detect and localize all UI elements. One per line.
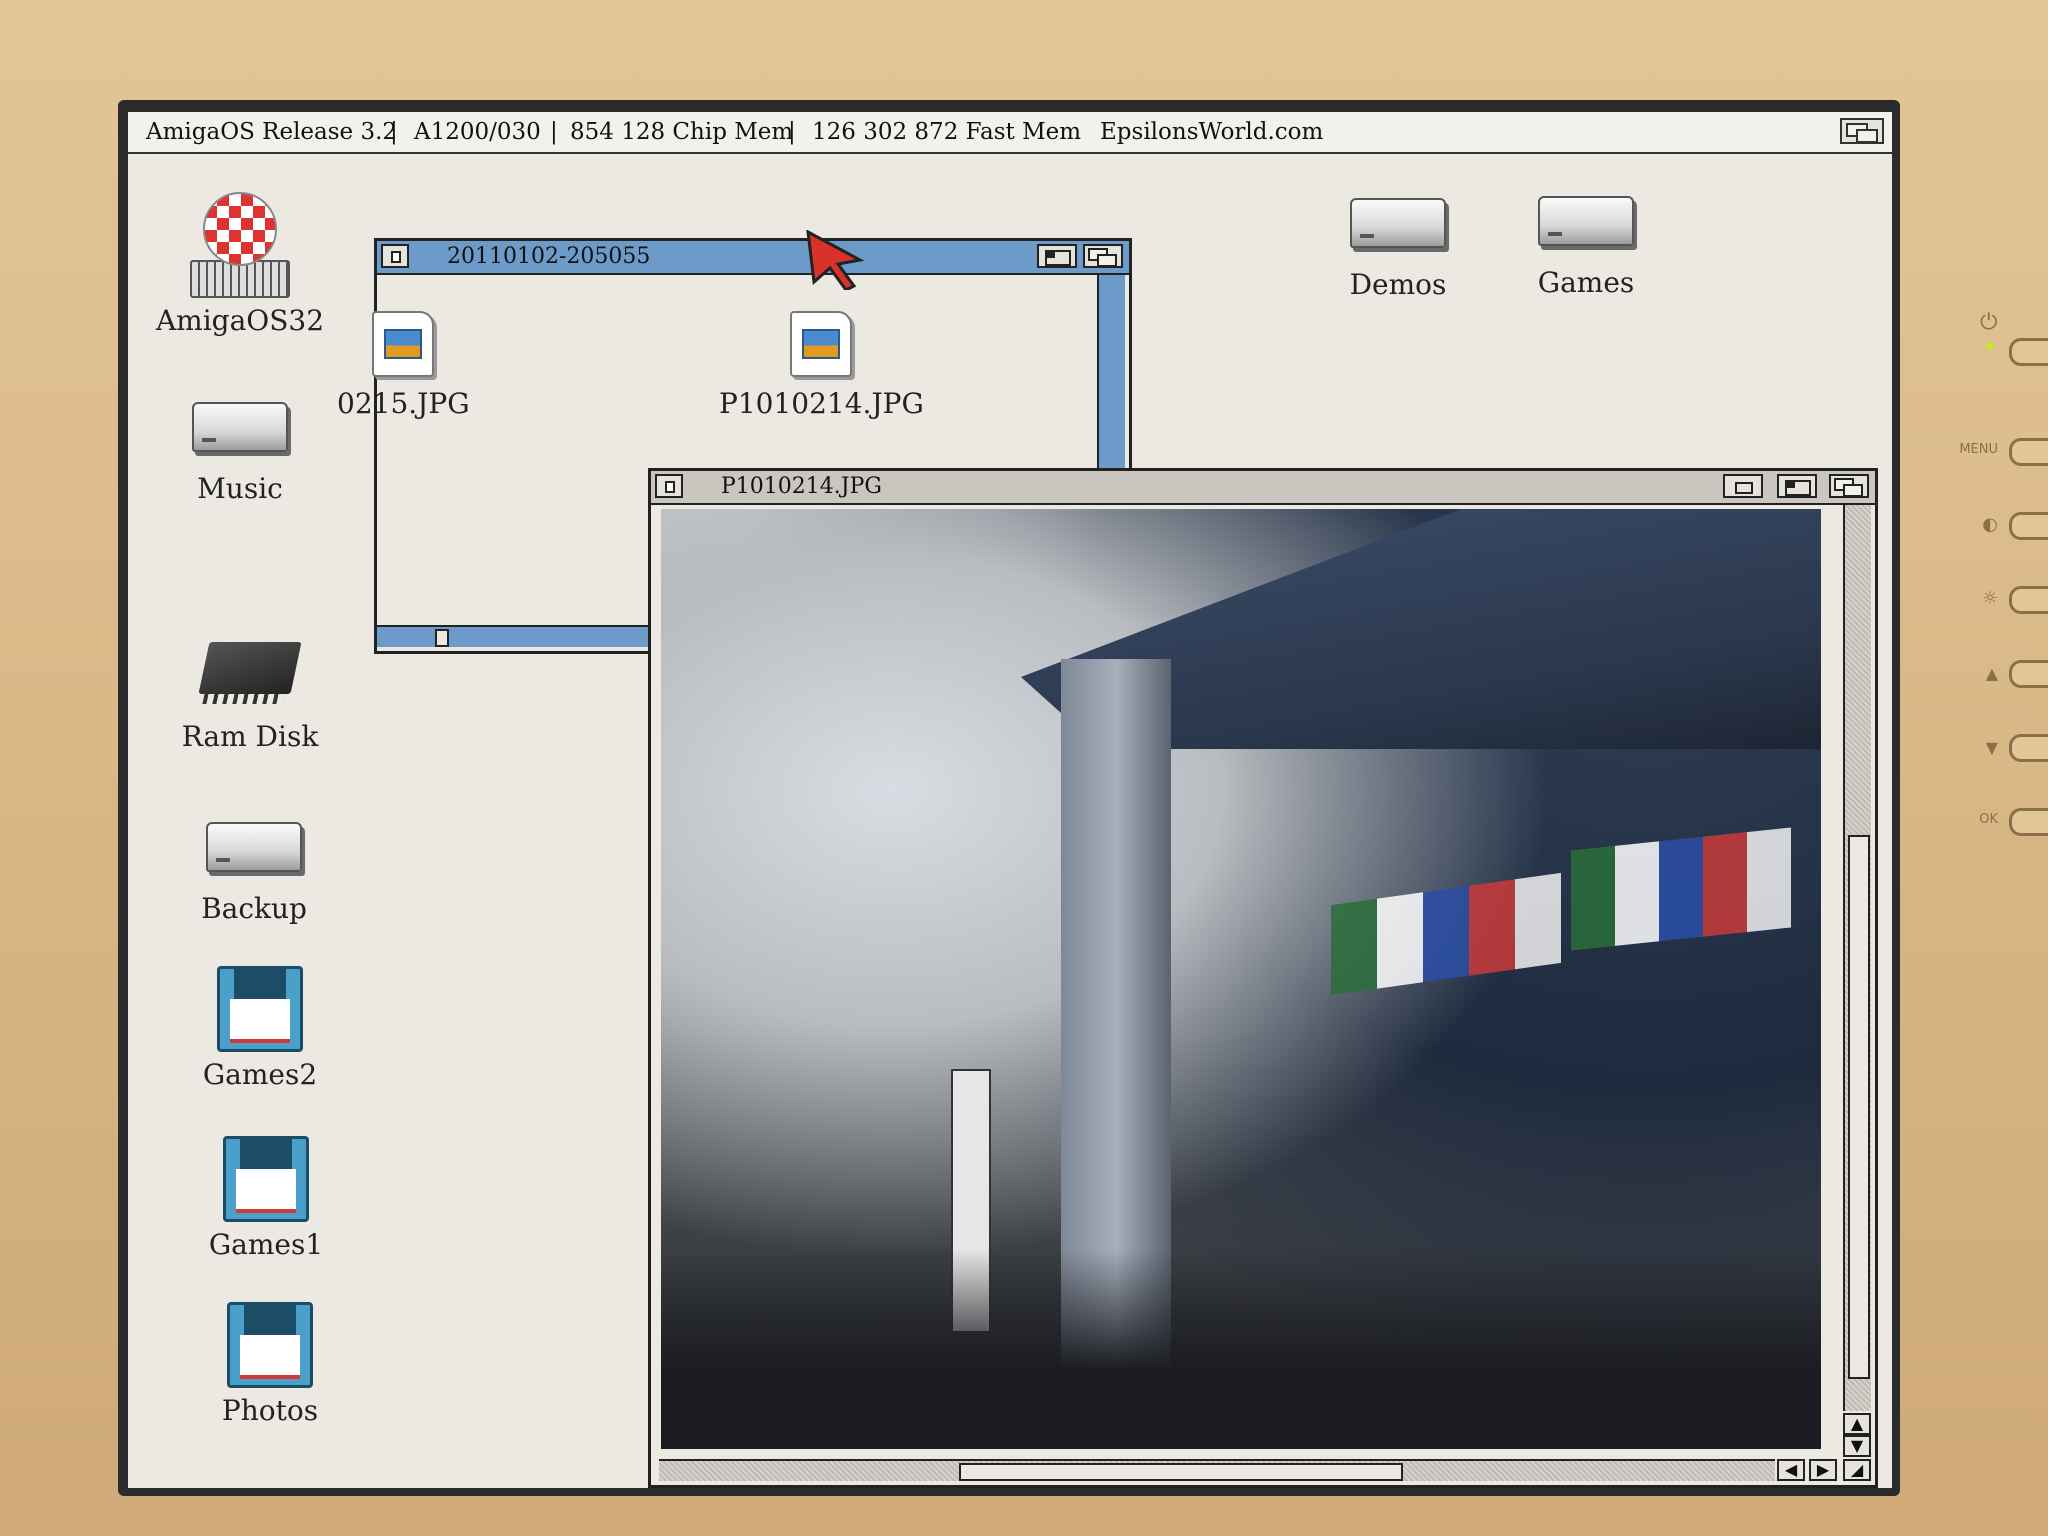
file-label: 0215.JPG	[337, 387, 470, 420]
desktop-icon-music[interactable]: Music	[150, 402, 330, 505]
image-file-icon	[790, 311, 853, 377]
icon-label: Music	[197, 472, 283, 505]
power-led	[1986, 342, 1994, 350]
scroll-down-arrow-icon[interactable]: ▼	[1843, 1435, 1871, 1457]
image-vertical-scrollbar[interactable]	[1843, 505, 1871, 1411]
ok-button[interactable]	[2009, 808, 2048, 836]
desktop-icon-games1[interactable]: Games1	[176, 1136, 356, 1261]
os-release-label: AmigaOS Release 3.2	[146, 119, 398, 145]
icon-label: Games	[1537, 266, 1635, 299]
desktop-icon-games2[interactable]: Games2	[170, 966, 350, 1091]
hard-drive-icon	[1350, 198, 1446, 248]
drawer-depth-gadget[interactable]	[1083, 244, 1123, 268]
desktop-icon-photos[interactable]: Photos	[180, 1302, 360, 1427]
desktop-icon-games[interactable]: Games	[1496, 196, 1676, 299]
up-arrow-icon: ▲	[1985, 664, 1998, 683]
icon-label: Games2	[202, 1058, 318, 1091]
icon-label: Demos	[1349, 268, 1447, 301]
brightness-icon: ☼	[1981, 588, 1998, 609]
ram-disk-icon	[198, 642, 302, 694]
image-iconify-gadget[interactable]	[1723, 474, 1763, 498]
image-close-gadget[interactable]	[655, 474, 683, 498]
icon-label: AmigaOS32	[155, 304, 325, 337]
file-icon-0215[interactable]: 0215.JPG	[337, 311, 470, 420]
input-icon: ◐	[1982, 514, 1998, 535]
icon-label: Backup	[201, 892, 307, 925]
hard-drive-icon	[192, 402, 288, 452]
chip-mem-label: 854 128 Chip Mem	[570, 119, 794, 145]
image-horizontal-scroll-knob[interactable]	[959, 1463, 1403, 1481]
image-zoom-gadget[interactable]	[1777, 474, 1817, 498]
brightness-button[interactable]	[2009, 586, 2048, 614]
down-button[interactable]	[2009, 734, 2048, 762]
scroll-right-arrow-icon[interactable]: ▶	[1809, 1459, 1837, 1481]
image-window-title: P1010214.JPG	[721, 474, 882, 499]
file-icon-p1010214[interactable]: P1010214.JPG	[719, 311, 924, 420]
file-label: P1010214.JPG	[719, 387, 924, 420]
shrine-photo	[661, 509, 1821, 1449]
hard-drive-icon	[1538, 196, 1634, 246]
amiga-screen: AmigaOS Release 3.2 | A1200/030 | 854 12…	[128, 112, 1892, 1488]
drawer-zoom-gadget[interactable]	[1037, 244, 1077, 268]
floppy-disk-icon	[217, 966, 303, 1052]
boing-ball-icon	[203, 192, 277, 266]
drawer-scroll-knob[interactable]	[435, 629, 449, 647]
drawer-window-title-bar[interactable]: 20110102-205055	[377, 241, 1129, 275]
scroll-up-arrow-icon[interactable]: ▲	[1843, 1413, 1871, 1435]
image-vertical-scroll-knob[interactable]	[1848, 835, 1870, 1379]
power-icon: ⏻	[1980, 310, 1998, 335]
desktop-icon-ram-disk[interactable]: Ram Disk	[160, 642, 340, 753]
desktop-icon-backup[interactable]: Backup	[164, 822, 344, 925]
screen-depth-gadget[interactable]	[1840, 118, 1884, 144]
image-file-icon	[372, 311, 435, 377]
desktop-icon-amigaos32[interactable]: AmigaOS32	[150, 192, 330, 337]
menu-button[interactable]	[2009, 438, 2048, 466]
input-button[interactable]	[2009, 512, 2048, 540]
image-depth-gadget[interactable]	[1829, 474, 1869, 498]
icon-label: Games1	[208, 1228, 324, 1261]
resize-gadget-icon[interactable]: ◢	[1843, 1459, 1871, 1481]
floppy-disk-icon	[223, 1136, 309, 1222]
drawer-window-title: 20110102-205055	[447, 244, 651, 269]
mouse-pointer-icon	[806, 230, 865, 290]
power-button[interactable]	[2009, 338, 2048, 366]
image-window[interactable]: P1010214.JPG ▲ ▼ ◀ ▶ ◢	[648, 468, 1878, 1488]
ok-label: OK	[1979, 812, 1998, 827]
image-horizontal-scrollbar[interactable]	[659, 1459, 1775, 1481]
scroll-left-arrow-icon[interactable]: ◀	[1777, 1459, 1805, 1481]
floppy-disk-icon	[227, 1302, 313, 1388]
desktop-icon-demos[interactable]: Demos	[1308, 198, 1488, 301]
site-label: EpsilonsWorld.com	[1100, 119, 1324, 145]
model-label: A1200/030	[414, 119, 541, 145]
menu-label: MENU	[1959, 442, 1998, 457]
icon-label: Ram Disk	[181, 720, 319, 753]
fast-mem-label: 126 302 872 Fast Mem	[812, 119, 1082, 145]
hard-drive-icon	[206, 822, 302, 872]
up-button[interactable]	[2009, 660, 2048, 688]
screen-title-bar: AmigaOS Release 3.2 | A1200/030 | 854 12…	[128, 112, 1892, 154]
image-window-title-bar[interactable]: P1010214.JPG	[651, 471, 1875, 505]
drawer-close-gadget[interactable]	[381, 244, 409, 268]
icon-label: Photos	[221, 1394, 319, 1427]
down-arrow-icon: ▼	[1985, 738, 1998, 757]
